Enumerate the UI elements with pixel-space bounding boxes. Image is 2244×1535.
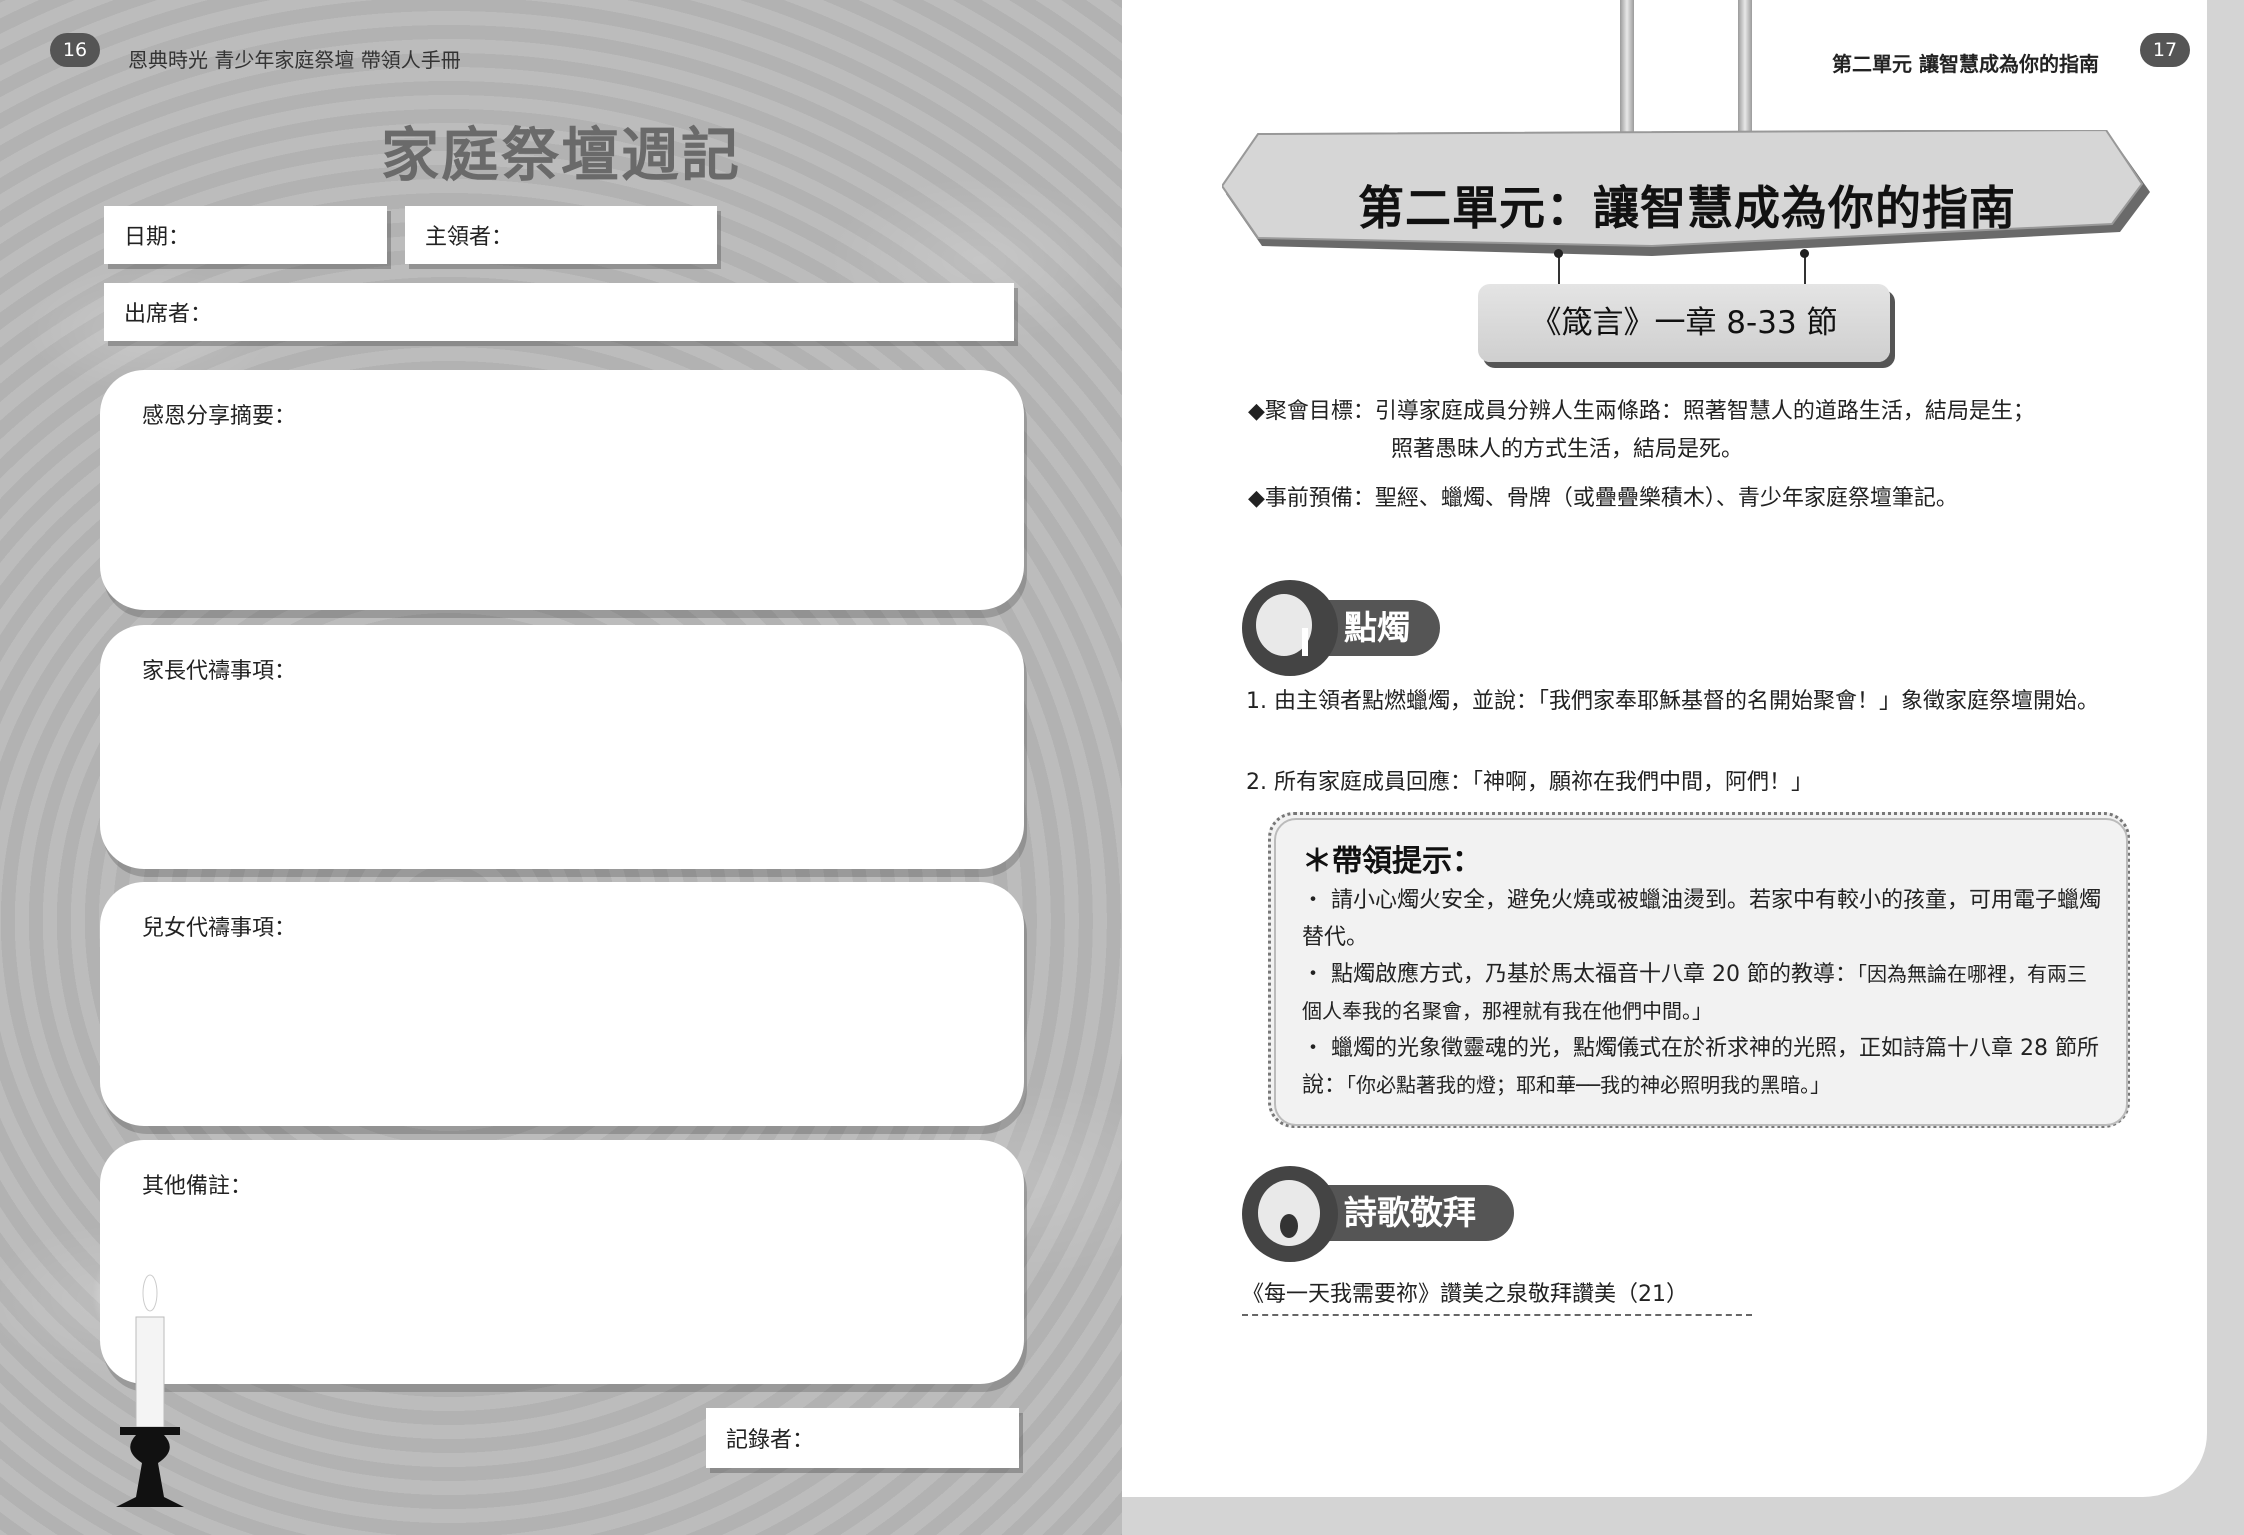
children-prayer-box[interactable]: 兒女代禱事項： (100, 882, 1024, 1126)
attendees-label: 出席者： (124, 302, 213, 327)
thanks-summary-box[interactable]: 感恩分享摘要： (100, 370, 1024, 610)
recorder-field[interactable]: 記錄者： (706, 1408, 1019, 1468)
running-head-right: 第二單元 讓智慧成為你的指南 (1832, 52, 2099, 76)
sign-pole (1620, 0, 1634, 136)
leader-field[interactable]: 主領者： (405, 206, 717, 264)
page-number-right: 17 (2140, 33, 2190, 67)
unit-title: 第二單元：讓智慧成為你的指南 (1358, 181, 2016, 235)
meeting-goal-cont: 照著愚昧人的方式生活，結局是死。 (1391, 437, 1744, 462)
section-worship-title: 詩歌敬拜 (1344, 1193, 1476, 1232)
scripture-reference: 《箴言》一章 8-33 節 (1478, 284, 1890, 362)
step-1: 1. 由主領者點燃蠟燭，並說：「我們家奉耶穌基督的名開始聚會！」象徵家庭祭壇開始… (1246, 689, 2099, 714)
parent-prayer-label: 家長代禱事項： (142, 659, 297, 684)
running-head-left: 恩典時光 青少年家庭祭壇 帶領人手冊 (128, 48, 461, 72)
date-field[interactable]: 日期： (104, 206, 387, 264)
singing-mascot-icon (1242, 1166, 1338, 1262)
parent-prayer-box[interactable]: 家長代禱事項： (100, 625, 1024, 869)
tip-1: ・ 請小心燭火安全，避免火燒或被蠟油燙到。若家中有較小的孩童，可用電子蠟燭替代。 (1302, 888, 2101, 950)
date-label: 日期： (124, 225, 191, 250)
recorder-label: 記錄者： (726, 1428, 815, 1453)
leader-label: 主領者： (425, 225, 514, 250)
notes-label: 其他備註： (142, 1174, 253, 1199)
attendees-field[interactable]: 出席者： (104, 283, 1014, 341)
chain-ring (1800, 249, 1809, 258)
sign-pole (1738, 0, 1752, 136)
tip-2-text: ・ 點燭啟應方式，乃基於馬太福音十八章 20 節的教導： (1302, 962, 1857, 987)
candle-mascot-icon (1242, 580, 1338, 676)
thanks-label: 感恩分享摘要： (142, 404, 297, 429)
other-notes-box[interactable]: 其他備註： (100, 1140, 1024, 1384)
tip-3-quote: 「你必點著我的燈；耶和華──我的神必照明我的黑暗。」 (1346, 1073, 1831, 1097)
candle-icon (92, 1237, 208, 1507)
tip-2: ・ 點燭啟應方式，乃基於馬太福音十八章 20 節的教導：「因為無論在哪裡，有兩三… (1302, 956, 2102, 1030)
meeting-goal: ◆聚會目標：引導家庭成員分辨人生兩條路：照著智慧人的道路生活，結局是生； (1248, 399, 2035, 424)
children-prayer-label: 兒女代禱事項： (142, 916, 297, 941)
worship-song: 《每一天我需要祢》讚美之泉敬拜讚美（21） (1242, 1276, 1752, 1316)
chain-ring (1554, 249, 1563, 258)
step-2: 2. 所有家庭成員回應：「神啊，願祢在我們中間，阿們！」 (1246, 770, 1813, 795)
tip-3: ・ 蠟燭的光象徵靈魂的光，點燭儀式在於祈求神的光照，正如詩篇十八章 28 節所說… (1302, 1030, 2102, 1104)
page-title: 家庭祭壇週記 (380, 121, 741, 189)
preparation: ◆事前預備：聖經、蠟燭、骨牌（或疊疊樂積木）、青少年家庭祭壇筆記。 (1248, 486, 1958, 511)
page-number-left: 16 (50, 33, 100, 67)
tips-title: ＊帶領提示： (1302, 844, 1482, 879)
section-candle-title: 點燭 (1344, 608, 1410, 647)
